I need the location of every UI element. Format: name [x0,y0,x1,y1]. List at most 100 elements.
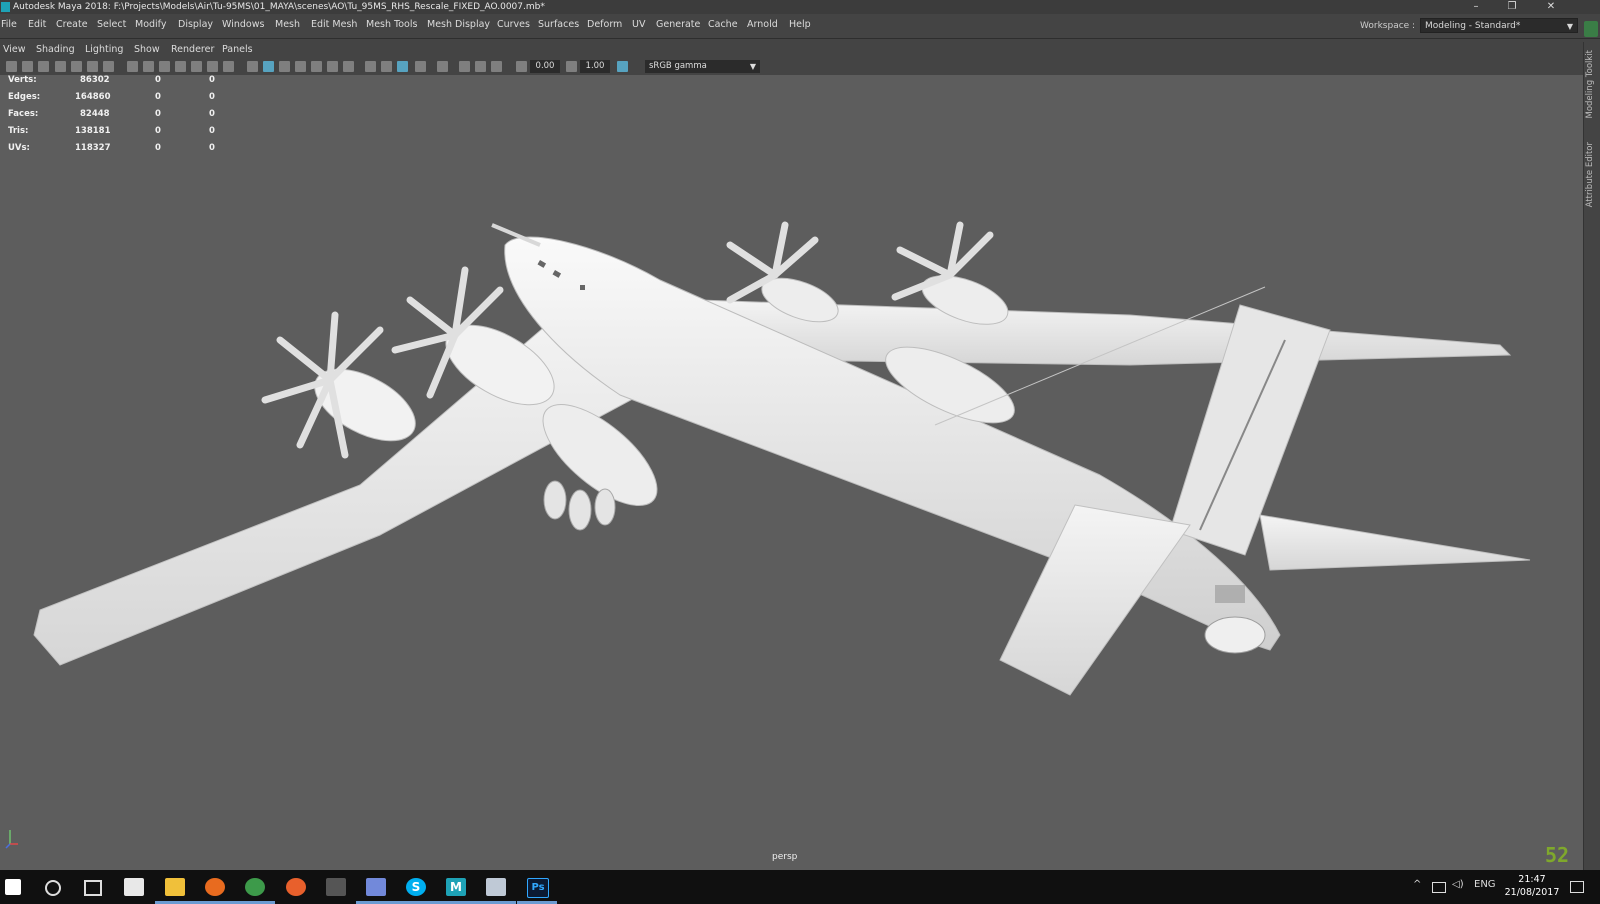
grease-pencil-icon[interactable] [71,61,82,72]
panel-menu-renderer[interactable]: Renderer [171,44,214,55]
discord-icon[interactable] [366,878,386,896]
safe-title-icon[interactable] [223,61,234,72]
wireframe-icon[interactable] [247,61,258,72]
title-bar: Autodesk Maya 2018: F:\Projects\Models\A… [0,0,1600,14]
wireframe-on-shaded-icon[interactable] [295,61,306,72]
depth-of-field-icon[interactable] [415,61,426,72]
motion-blur-icon[interactable] [381,61,392,72]
panel-menu-panels[interactable]: Panels [222,44,253,55]
shadows-icon[interactable] [343,61,354,72]
menu-windows[interactable]: Windows [222,19,264,30]
tab-attribute-editor[interactable]: Attribute Editor [1585,142,1595,207]
grid-icon[interactable] [127,61,138,72]
file-explorer-icon[interactable] [165,878,185,896]
menu-help[interactable]: Help [789,19,811,30]
notification-center-icon[interactable] [1570,881,1584,893]
language-indicator[interactable]: ENG [1474,879,1496,890]
smooth-shade-icon[interactable] [263,61,274,72]
textured-icon[interactable] [311,61,322,72]
panel-menu-view[interactable]: View [3,44,26,55]
menu-generate[interactable]: Generate [656,19,700,30]
photo-viewer-icon[interactable] [486,878,506,896]
restore-button[interactable]: ❐ [1498,0,1526,14]
panel-menu-shading[interactable]: Shading [36,44,75,55]
panel-menu-show[interactable]: Show [134,44,160,55]
lock-icon[interactable] [1584,21,1598,37]
xray-icon[interactable] [459,61,470,72]
task-view-icon[interactable] [84,880,102,896]
menu-surfaces[interactable]: Surfaces [538,19,579,30]
search-icon[interactable] [45,880,61,896]
bookmark-icon[interactable] [38,61,49,72]
xray-joints-icon[interactable] [491,61,502,72]
system-clock[interactable]: 21:47 21/08/2017 [1502,873,1562,899]
menu-cache[interactable]: Cache [708,19,738,30]
volume-icon[interactable]: ◁) [1452,879,1464,890]
minimize-button[interactable]: – [1462,0,1490,14]
camera-name-label: persp [772,852,798,862]
select-camera-icon[interactable] [6,61,17,72]
firefox-icon[interactable] [205,878,225,896]
camera-attributes-icon[interactable] [22,61,33,72]
start-icon[interactable] [5,879,21,895]
safe-action-icon[interactable] [207,61,218,72]
menu-deform[interactable]: Deform [587,19,622,30]
photoshop-icon[interactable]: Ps [527,878,549,898]
hud-selected: 0 [155,75,161,85]
color-space-dropdown[interactable]: sRGB gamma ▼ [645,60,760,73]
aircraft-model[interactable] [0,75,1583,870]
resolution-gate-icon[interactable] [159,61,170,72]
menu-edit-mesh[interactable]: Edit Mesh [311,19,357,30]
app-orange-icon[interactable] [286,878,306,896]
gate-mask-icon[interactable] [175,61,186,72]
network-icon[interactable] [1432,882,1446,893]
ambient-occlusion-icon[interactable] [365,61,376,72]
menu-uv[interactable]: UV [632,19,645,30]
menu-create[interactable]: Create [56,19,88,30]
menu-file[interactable]: File [1,19,17,30]
hud-component: 0 [209,92,215,102]
hud-selected: 0 [155,126,161,136]
menu-select[interactable]: Select [97,19,126,30]
lights-icon[interactable] [327,61,338,72]
film-gate-icon[interactable] [143,61,154,72]
anti-aliasing-icon[interactable] [397,61,408,72]
color-management-icon[interactable] [617,61,628,72]
exposure-field[interactable]: 0.00 [530,60,560,73]
xray-active-icon[interactable] [475,61,486,72]
mail-icon[interactable] [124,878,144,896]
maya-icon[interactable]: M [446,878,466,896]
menu-modify[interactable]: Modify [135,19,166,30]
isolate-select-icon[interactable] [437,61,448,72]
view-axis-icon [5,830,18,849]
skype-icon[interactable]: S [406,878,426,896]
hud-label: Tris: [8,126,29,136]
menu-display[interactable]: Display [178,19,213,30]
pencil-icon[interactable] [103,61,114,72]
workspace-value: Modeling - Standard* [1425,21,1521,31]
windows-taskbar: S M Ps ^ ◁) ENG 21:47 21/08/2017 [0,870,1600,904]
chevron-up-icon[interactable]: ^ [1413,879,1421,890]
gamma-field[interactable]: 1.00 [580,60,610,73]
tab-modeling-toolkit[interactable]: Modeling Toolkit [1585,50,1595,119]
menu-curves[interactable]: Curves [497,19,530,30]
image-plane-icon[interactable] [55,61,66,72]
menu-arnold[interactable]: Arnold [747,19,778,30]
workspace-dropdown[interactable]: Modeling - Standard* ▼ [1420,18,1578,33]
close-button[interactable]: ✕ [1537,0,1565,14]
panel-menu-bar: View Shading Lighting Show Renderer Pane… [0,42,1583,57]
menu-mesh-tools[interactable]: Mesh Tools [366,19,417,30]
default-material-icon[interactable] [279,61,290,72]
chrome-icon[interactable] [245,878,265,896]
two-d-pan-icon[interactable] [87,61,98,72]
exposure-icon[interactable] [516,61,527,72]
app-dark-icon[interactable] [326,878,346,896]
panel-menu-lighting[interactable]: Lighting [85,44,123,55]
menu-edit[interactable]: Edit [28,19,46,30]
gamma-icon[interactable] [566,61,577,72]
hud-label: Verts: [8,75,37,85]
menu-mesh[interactable]: Mesh [275,19,300,30]
field-chart-icon[interactable] [191,61,202,72]
menu-mesh-display[interactable]: Mesh Display [427,19,490,30]
hud-row-edges: Edges: 164860 0 0 [8,92,228,109]
